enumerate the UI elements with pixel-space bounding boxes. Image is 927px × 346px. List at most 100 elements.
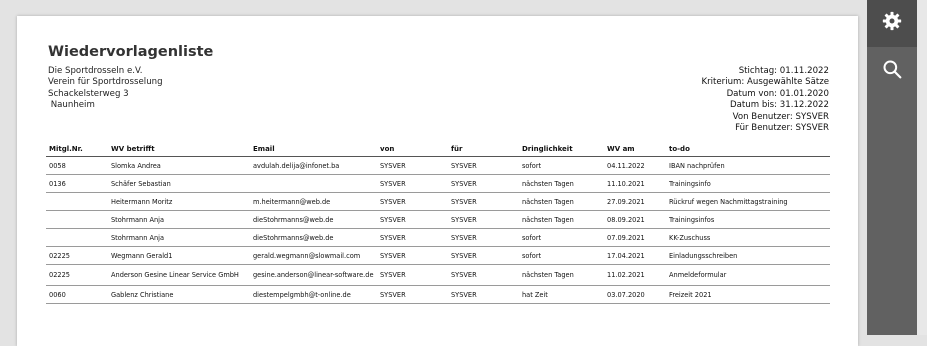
org-line: Die Sportdrosseln e.V.	[48, 66, 143, 76]
concerns-cell: Gablenz Christiane	[108, 285, 250, 304]
for-cell: SYSVER	[448, 174, 519, 193]
concerns-cell: Anderson Gesine Linear Service GmbH	[108, 264, 250, 286]
todo-cell: IBAN nachprüfen	[666, 156, 830, 175]
member-number-cell: 0060	[46, 285, 108, 304]
criteria-line: Datum von: 01.01.2020	[726, 88, 829, 99]
column-header-due-date: WV am	[604, 141, 666, 157]
member-number-cell	[46, 192, 108, 211]
todo-cell: KK-Zuschuss	[666, 228, 830, 247]
todo-cell: Trainingsinfo	[666, 174, 830, 193]
todo-cell: Rückruf wegen Nachmittagstraining	[666, 192, 830, 211]
from-cell: SYSVER	[377, 210, 448, 229]
email-cell: dieStohrmanns@web.de	[250, 210, 377, 229]
urgency-cell: sofort	[519, 156, 604, 175]
from-cell: SYSVER	[377, 246, 448, 265]
report-criteria: Stichtag: 01.11.2022 Kriterium: Ausgewäh…	[701, 66, 829, 134]
due-date-cell: 11.10.2021	[604, 174, 666, 193]
concerns-cell: Slomka Andrea	[108, 156, 250, 175]
from-cell: SYSVER	[377, 264, 448, 286]
from-cell: SYSVER	[377, 156, 448, 175]
table-row[interactable]: Stohrmann Anja dieStohrmanns@web.de SYSVER…	[46, 210, 830, 229]
column-header-from: von	[377, 141, 448, 157]
org-line: Verein für Sportdrosselung	[48, 77, 163, 88]
for-cell: SYSVER	[448, 156, 519, 175]
table-row[interactable]: 0060 Gablenz Christiane diestempelgmbh@t-o…	[46, 285, 830, 304]
report-page: Wiedervorlagenliste Die Sportdrosseln e.…	[17, 16, 858, 346]
member-number-cell: 0058	[46, 156, 108, 175]
member-number-cell: 0136	[46, 174, 108, 193]
for-cell: SYSVER	[448, 192, 519, 211]
for-cell: SYSVER	[448, 264, 519, 286]
todo-cell: Einladungsschreiben	[666, 246, 830, 265]
search-button[interactable]	[867, 48, 917, 95]
concerns-cell: Stohrmann Anja	[108, 210, 250, 229]
settings-button[interactable]	[867, 0, 917, 47]
column-header-email: Email	[250, 141, 377, 157]
email-cell: gerald.wegmann@slowmail.com	[250, 246, 377, 265]
urgency-cell: nächsten Tagen	[519, 264, 604, 286]
todo-cell: Trainingsinfos	[666, 210, 830, 229]
urgency-cell: sofort	[519, 228, 604, 247]
column-header-concerns: WV betrifft	[108, 141, 250, 157]
due-date-cell: 04.11.2022	[604, 156, 666, 175]
org-line: Schackelsterweg 3	[48, 88, 129, 99]
email-cell: m.heitermann@web.de	[250, 192, 377, 211]
due-date-cell: 03.07.2020	[604, 285, 666, 304]
member-number-cell: 02225	[46, 246, 108, 265]
gear-icon	[882, 11, 902, 36]
table-row[interactable]: 0136 Schäfer Sebastian SYSVER SYSVER nächste…	[46, 174, 830, 193]
table-row[interactable]: 02225 Anderson Gesine Linear Service GmbH…	[46, 264, 830, 286]
for-cell: SYSVER	[448, 228, 519, 247]
concerns-cell: Stohrmann Anja	[108, 228, 250, 247]
report-title: Wiedervorlagenliste	[48, 44, 214, 60]
criteria-line: Datum bis: 31.12.2022	[730, 100, 829, 111]
table-row[interactable]: 02225 Wegmann Gerald1 gerald.wegmann@slowm…	[46, 246, 830, 265]
column-header-urgency: Dringlichkeit	[519, 141, 604, 157]
search-icon	[882, 59, 902, 84]
urgency-cell: nächsten Tagen	[519, 192, 604, 211]
member-number-cell: 02225	[46, 264, 108, 286]
due-date-cell: 27.09.2021	[604, 192, 666, 211]
due-date-cell: 17.04.2021	[604, 246, 666, 265]
for-cell: SYSVER	[448, 285, 519, 304]
right-sidebar	[867, 0, 917, 335]
due-date-cell: 08.09.2021	[604, 210, 666, 229]
member-number-cell	[46, 228, 108, 247]
email-cell: dieStohrmanns@web.de	[250, 228, 377, 247]
urgency-cell: nächsten Tagen	[519, 210, 604, 229]
urgency-cell: nächsten Tagen	[519, 174, 604, 193]
concerns-cell: Heitermann Moritz	[108, 192, 250, 211]
email-cell	[250, 174, 377, 193]
concerns-cell: Wegmann Gerald1	[108, 246, 250, 265]
table-row[interactable]: Stohrmann Anja dieStohrmanns@web.de SYSVER…	[46, 228, 830, 247]
concerns-cell: Schäfer Sebastian	[108, 174, 250, 193]
organization-address: Die Sportdrosseln e.V. Verein für Sportd…	[48, 66, 163, 112]
urgency-cell: sofort	[519, 246, 604, 265]
table-row[interactable]: Heitermann Moritz m.heitermann@web.de SYSV…	[46, 192, 830, 211]
todo-cell: Freizeit 2021	[666, 285, 830, 304]
for-cell: SYSVER	[448, 246, 519, 265]
email-cell: diestempelgmbh@t-online.de	[250, 285, 377, 304]
org-line: Naunheim	[48, 100, 95, 111]
column-header-todo: to-do	[666, 141, 830, 157]
for-cell: SYSVER	[448, 210, 519, 229]
resubmission-table: Mitgl.Nr. WV betrifft Email von für Drin…	[46, 141, 830, 304]
from-cell: SYSVER	[377, 285, 448, 304]
email-cell: gesine.anderson@linear-software.de	[250, 264, 377, 286]
column-header-member-number: Mitgl.Nr.	[46, 141, 108, 157]
table-header-row: Mitgl.Nr. WV betrifft Email von für Drin…	[46, 141, 830, 157]
window-edge	[917, 0, 927, 335]
criteria-line: Kriterium: Ausgewählte Sätze	[701, 77, 829, 88]
column-header-for: für	[448, 141, 519, 157]
urgency-cell: hat Zeit	[519, 285, 604, 304]
from-cell: SYSVER	[377, 174, 448, 193]
criteria-line: Stichtag: 01.11.2022	[738, 66, 829, 76]
due-date-cell: 11.02.2021	[604, 264, 666, 286]
from-cell: SYSVER	[377, 192, 448, 211]
member-number-cell	[46, 210, 108, 229]
from-cell: SYSVER	[377, 228, 448, 247]
table-row[interactable]: 0058 Slomka Andrea avdulah.delija@infonet.…	[46, 156, 830, 175]
todo-cell: Anmeldeformular	[666, 264, 830, 286]
criteria-line: Für Benutzer: SYSVER	[735, 123, 829, 134]
due-date-cell: 07.09.2021	[604, 228, 666, 247]
